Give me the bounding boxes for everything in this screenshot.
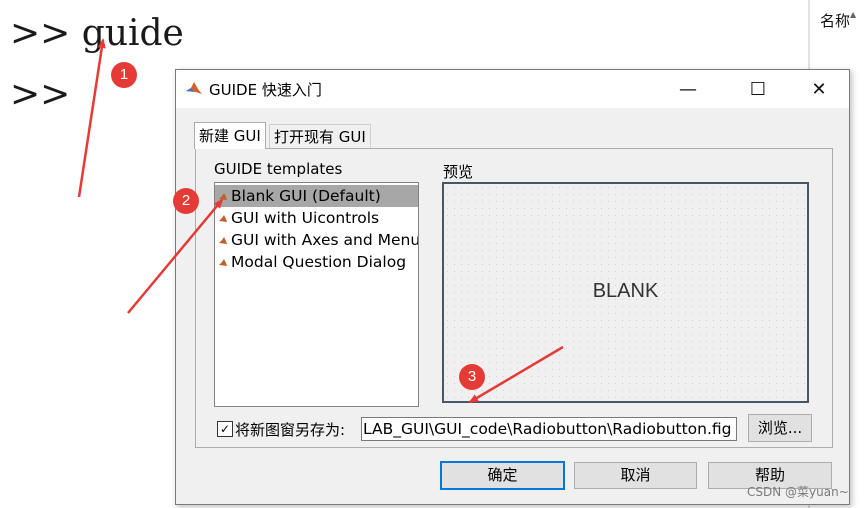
watermark: CSDN @菜yuan~: [747, 485, 849, 499]
annotation-marker-3: 3: [459, 364, 485, 390]
arrow-1: [77, 38, 106, 198]
annotation-marker-2: 2: [173, 188, 199, 214]
arrow-2: [127, 198, 224, 314]
annotation-marker-1: 1: [111, 62, 137, 88]
tab-new-gui[interactable]: 新建 GUI: [194, 122, 266, 149]
